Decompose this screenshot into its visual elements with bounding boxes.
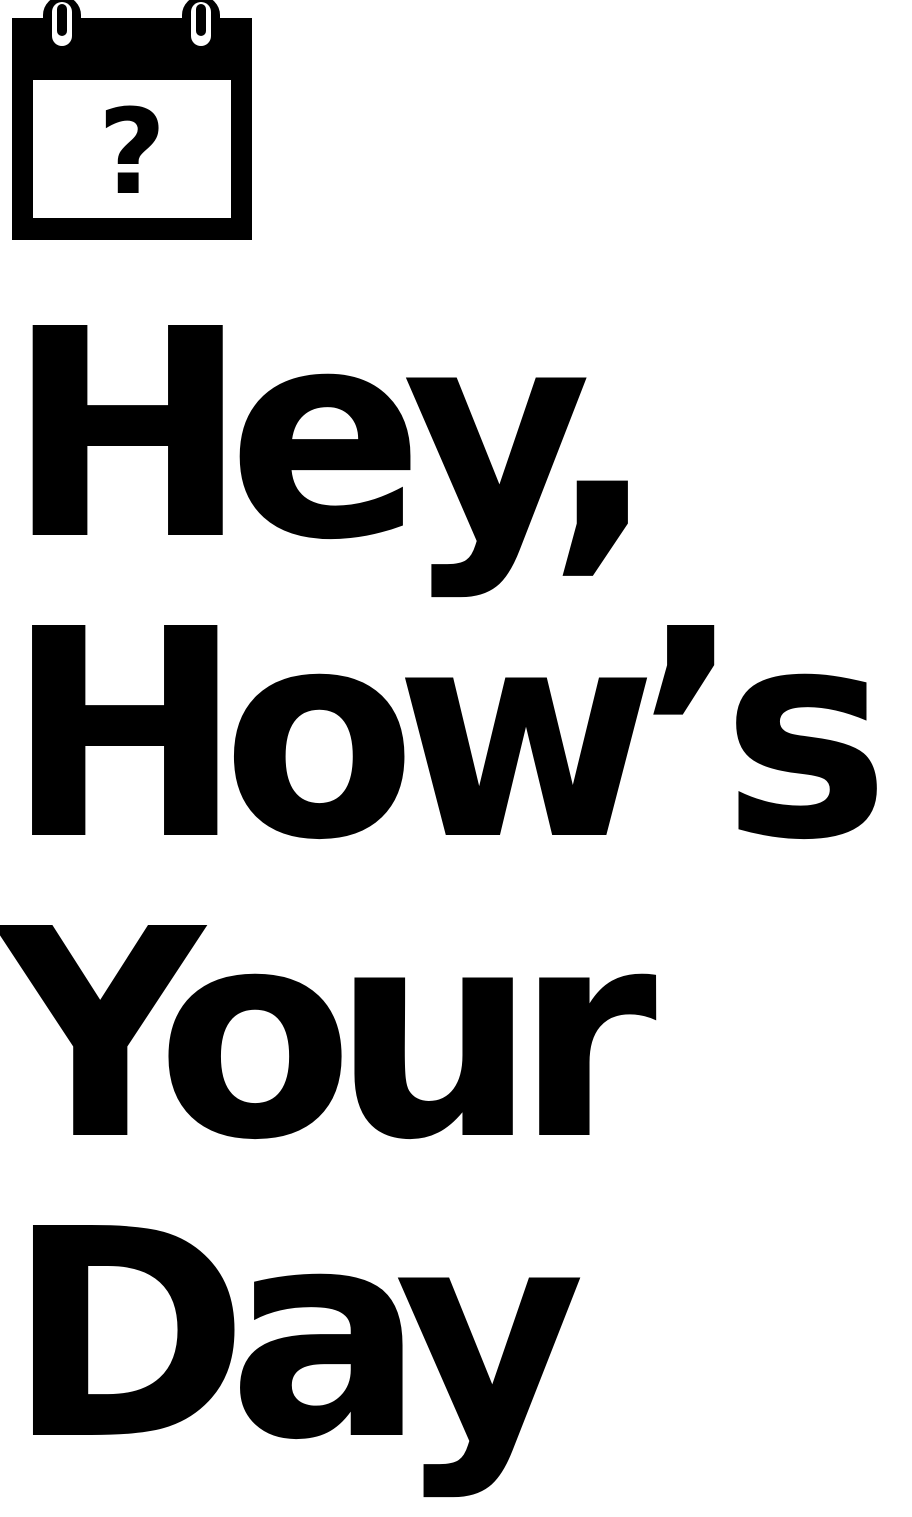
logo: ? Hey, How’s Your Day bbox=[0, 0, 912, 1517]
headline-line-1: Hey, bbox=[6, 268, 658, 603]
headline-line-4: Day bbox=[6, 1168, 586, 1503]
calendar-question-icon: ? bbox=[12, 0, 252, 240]
calendar-question-mark: ? bbox=[98, 83, 166, 221]
headline-line-2: How’s bbox=[6, 568, 890, 903]
headline: Hey, How’s Your Day bbox=[0, 286, 912, 1486]
headline-line-3: Your bbox=[0, 868, 657, 1203]
